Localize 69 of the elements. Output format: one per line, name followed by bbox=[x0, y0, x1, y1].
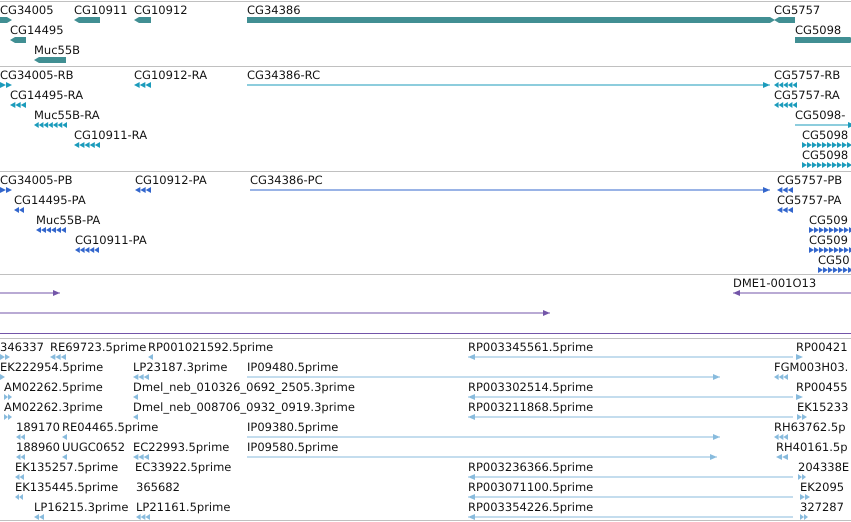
feature-label: 365682 bbox=[136, 480, 180, 494]
feature-label: CG50 bbox=[818, 253, 850, 267]
feature-label: RE04465.5prime bbox=[62, 420, 158, 434]
feature-label: CG5098 bbox=[802, 148, 848, 162]
feature-label: EK135257.5prime bbox=[15, 460, 118, 474]
feature-label: Muc55B-RA bbox=[34, 108, 100, 122]
feature-label: RE69723.5prime bbox=[50, 340, 146, 354]
feature-label: CG10911 bbox=[74, 3, 128, 17]
feature-label: RH63762.5p bbox=[774, 420, 846, 434]
feature-label: 327287 bbox=[800, 500, 844, 514]
feature-label: IP09380.5prime bbox=[247, 420, 338, 434]
feature-label: Muc55B-PA bbox=[36, 213, 100, 227]
feature-label: CG5098 bbox=[795, 23, 842, 37]
feature-label: Dmel_neb_008706_0932_0919.3prime bbox=[133, 400, 355, 414]
feature-label: CG14495-PA bbox=[14, 193, 86, 207]
feature-label: CG34386-PC bbox=[250, 173, 323, 187]
feature-label: CG5757-PA bbox=[777, 193, 842, 207]
feature-label: IP09580.5prime bbox=[247, 440, 338, 454]
feature-label: Muc55B bbox=[34, 43, 80, 57]
feature-label: RP003071100.5prime bbox=[468, 480, 594, 494]
feature-label: EK15233 bbox=[797, 400, 848, 414]
feature-label: RP003354226.5prime bbox=[468, 500, 594, 514]
feature-label: CG5757-RA bbox=[774, 88, 840, 102]
feature-label: 346337 bbox=[0, 340, 44, 354]
feature-label: EC33922.5prime bbox=[135, 460, 232, 474]
feature-label: RH40161.5p bbox=[776, 440, 848, 454]
feature-label: CG5098- bbox=[795, 108, 846, 122]
feature-label: CG34386 bbox=[247, 3, 301, 17]
feature-label: RP003236366.5prime bbox=[468, 460, 594, 474]
feature-label: CG5757 bbox=[774, 3, 820, 17]
feature-label: EK135445.5prime bbox=[15, 480, 118, 494]
feature-label: FGM003H03. bbox=[774, 360, 848, 374]
feature-label: RP00421 bbox=[796, 340, 848, 354]
feature-label: CG10912 bbox=[134, 3, 188, 17]
feature-label: CG34005-RB bbox=[0, 68, 74, 82]
feature-label: CG10912-PA bbox=[135, 173, 207, 187]
feature-label: 189170 bbox=[16, 420, 60, 434]
feature-label: CG10911-PA bbox=[75, 233, 147, 247]
feature-label: CG5098 bbox=[802, 128, 848, 142]
feature-label: CG509 bbox=[809, 233, 848, 247]
feature-label: Dmel_neb_010326_0692_2505.3prime bbox=[133, 380, 355, 394]
feature-label: RP003345561.5prime bbox=[468, 340, 594, 354]
feature-label: AM02262.5prime bbox=[4, 380, 103, 394]
feature-label: LP16215.3prime bbox=[34, 500, 128, 514]
feature-label: CG34005 bbox=[0, 3, 54, 17]
feature-label: EC22993.5prime bbox=[133, 440, 230, 454]
feature-label: CG5757-PB bbox=[777, 173, 842, 187]
feature-label: CG34386-RC bbox=[247, 68, 320, 82]
feature-label: IP09480.5prime bbox=[247, 360, 338, 374]
feature-label: AM02262.3prime bbox=[4, 400, 103, 414]
feature-label: RP00455 bbox=[796, 380, 848, 394]
feature-label: RP003302514.5prime bbox=[468, 380, 594, 394]
feature-label: LP21161.5prime bbox=[136, 500, 230, 514]
feature-label: CG34005-PB bbox=[0, 173, 72, 187]
feature-label: CG509 bbox=[809, 213, 848, 227]
feature-label: RP003211868.5prime bbox=[468, 400, 594, 414]
feature-label: EK2095 bbox=[800, 480, 844, 494]
feature-label: EK222954.5prime bbox=[0, 360, 104, 374]
feature-label: 188960 bbox=[16, 440, 60, 454]
feature-label: 204338E bbox=[798, 460, 850, 474]
feature-label: CG14495 bbox=[10, 23, 64, 37]
feature-label: CG10912-RA bbox=[134, 68, 208, 82]
feature-label: CG5757-RB bbox=[774, 68, 840, 82]
feature-label: UUGC0652 bbox=[62, 440, 126, 454]
feature-label: DME1-001O13 bbox=[733, 276, 816, 290]
feature-label: CG14495-RA bbox=[10, 88, 84, 102]
feature-label: CG10911-RA bbox=[74, 128, 148, 142]
feature-label: LP23187.3prime bbox=[133, 360, 228, 374]
feature-label: RP001021592.5prime bbox=[148, 340, 274, 354]
